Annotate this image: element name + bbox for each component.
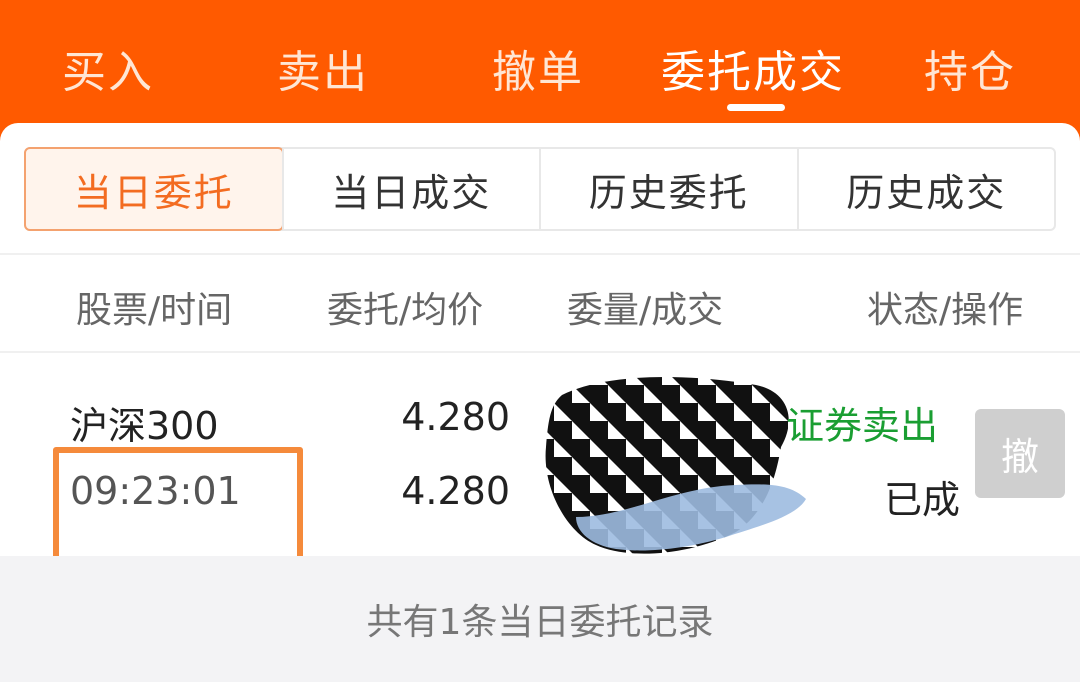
top-tab-bar: 买入 卖出 撤单 委托成交 持仓 [0, 0, 1080, 125]
subtab-today-orders[interactable]: 当日委托 [24, 147, 284, 231]
column-header-status: 状态/操作 [867, 290, 1024, 331]
order-status: 已成 [883, 478, 960, 522]
subtab-today-trades[interactable]: 当日成交 [281, 149, 540, 229]
cancel-order-button[interactable]: 撤 [975, 409, 1065, 498]
tab-cancel-order[interactable]: 撤单 [492, 36, 584, 100]
sub-tab-segment: 当日委托 当日成交 历史委托 历史成交 [24, 147, 1056, 231]
time-highlight-box [53, 447, 303, 566]
redaction-mark [545, 376, 806, 554]
stock-name: 沪深300 [70, 404, 219, 448]
subtab-history-trades[interactable]: 历史成交 [796, 149, 1055, 229]
divider [0, 253, 1080, 255]
column-header-quantity: 委量/成交 [567, 290, 724, 331]
average-price: 4.280 [401, 469, 510, 513]
column-header-price: 委托/均价 [327, 290, 484, 331]
order-direction: 证券卖出 [786, 404, 939, 448]
tab-sell[interactable]: 卖出 [277, 36, 369, 100]
content-panel: 当日委托 当日成交 历史委托 历史成交 股票/时间 委托/均价 委量/成交 状态… [0, 123, 1080, 682]
active-tab-indicator [727, 104, 785, 111]
subtab-history-orders[interactable]: 历史委托 [539, 149, 797, 229]
tab-orders-trades[interactable]: 委托成交 [661, 36, 845, 100]
column-header-stock-time: 股票/时间 [76, 290, 233, 331]
order-price: 4.280 [401, 395, 510, 439]
record-count-text: 共有1条当日委托记录 [366, 602, 714, 643]
tab-positions[interactable]: 持仓 [924, 36, 1016, 100]
record-count-footer: 共有1条当日委托记录 [0, 556, 1080, 682]
tab-buy[interactable]: 买入 [62, 36, 154, 100]
divider [0, 351, 1080, 353]
